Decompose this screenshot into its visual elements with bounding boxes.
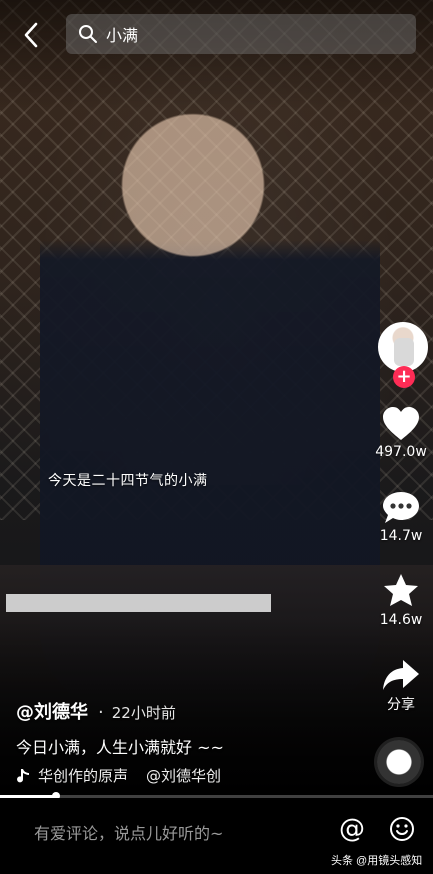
music-author: @刘德华创 <box>146 767 222 785</box>
music-disc[interactable] <box>377 740 421 784</box>
emoji-icon[interactable] <box>389 816 415 842</box>
comment-input[interactable]: 有爱评论，说点儿好听的~ <box>34 820 223 844</box>
back-button[interactable] <box>14 18 48 52</box>
comment-count: 14.7w <box>379 528 423 544</box>
music-marquee[interactable]: 华创作的原声 @刘德华创 <box>16 765 256 786</box>
video-paper <box>6 594 271 612</box>
video-subtitle: 今天是二十四节气的小满 <box>48 473 208 489</box>
star-icon <box>384 574 418 606</box>
heart-icon <box>383 407 419 440</box>
like-button[interactable]: 497.0w <box>369 406 433 460</box>
search-query: 小满 <box>106 26 139 45</box>
post-description: 今日小满，人生小满就好 ~~ <box>16 738 224 757</box>
like-count: 497.0w <box>375 444 427 460</box>
search-bar[interactable]: 小满 <box>66 14 416 54</box>
author-avatar[interactable] <box>378 322 428 372</box>
share-arrow-icon <box>383 660 419 690</box>
follow-button[interactable]: + <box>393 366 415 388</box>
post-time: 22小时前 <box>111 704 176 722</box>
search-icon <box>79 25 97 43</box>
favorite-count: 14.6w <box>379 612 423 628</box>
music-note-icon <box>17 768 29 782</box>
share-button[interactable]: 分享 <box>369 658 433 714</box>
comment-bar: 有爱评论，说点儿好听的~ @ 头条 @用镜头感知 <box>0 798 433 874</box>
music-title: 华创作的原声 <box>38 767 129 785</box>
mention-button[interactable]: @ <box>337 814 367 844</box>
meta-separator: · <box>98 702 104 723</box>
comment-button[interactable]: 14.7w <box>369 490 433 544</box>
author-name[interactable]: @刘德华 <box>16 698 88 724</box>
avatar-figure <box>394 338 414 366</box>
watermark: 头条 @用镜头感知 <box>331 855 423 867</box>
post-meta: @刘德华 · 22小时前 <box>16 698 176 724</box>
comment-bubble-icon <box>383 492 419 523</box>
favorite-button[interactable]: 14.6w <box>369 572 433 628</box>
share-label: 分享 <box>387 697 415 713</box>
chevron-left-icon <box>24 22 38 48</box>
